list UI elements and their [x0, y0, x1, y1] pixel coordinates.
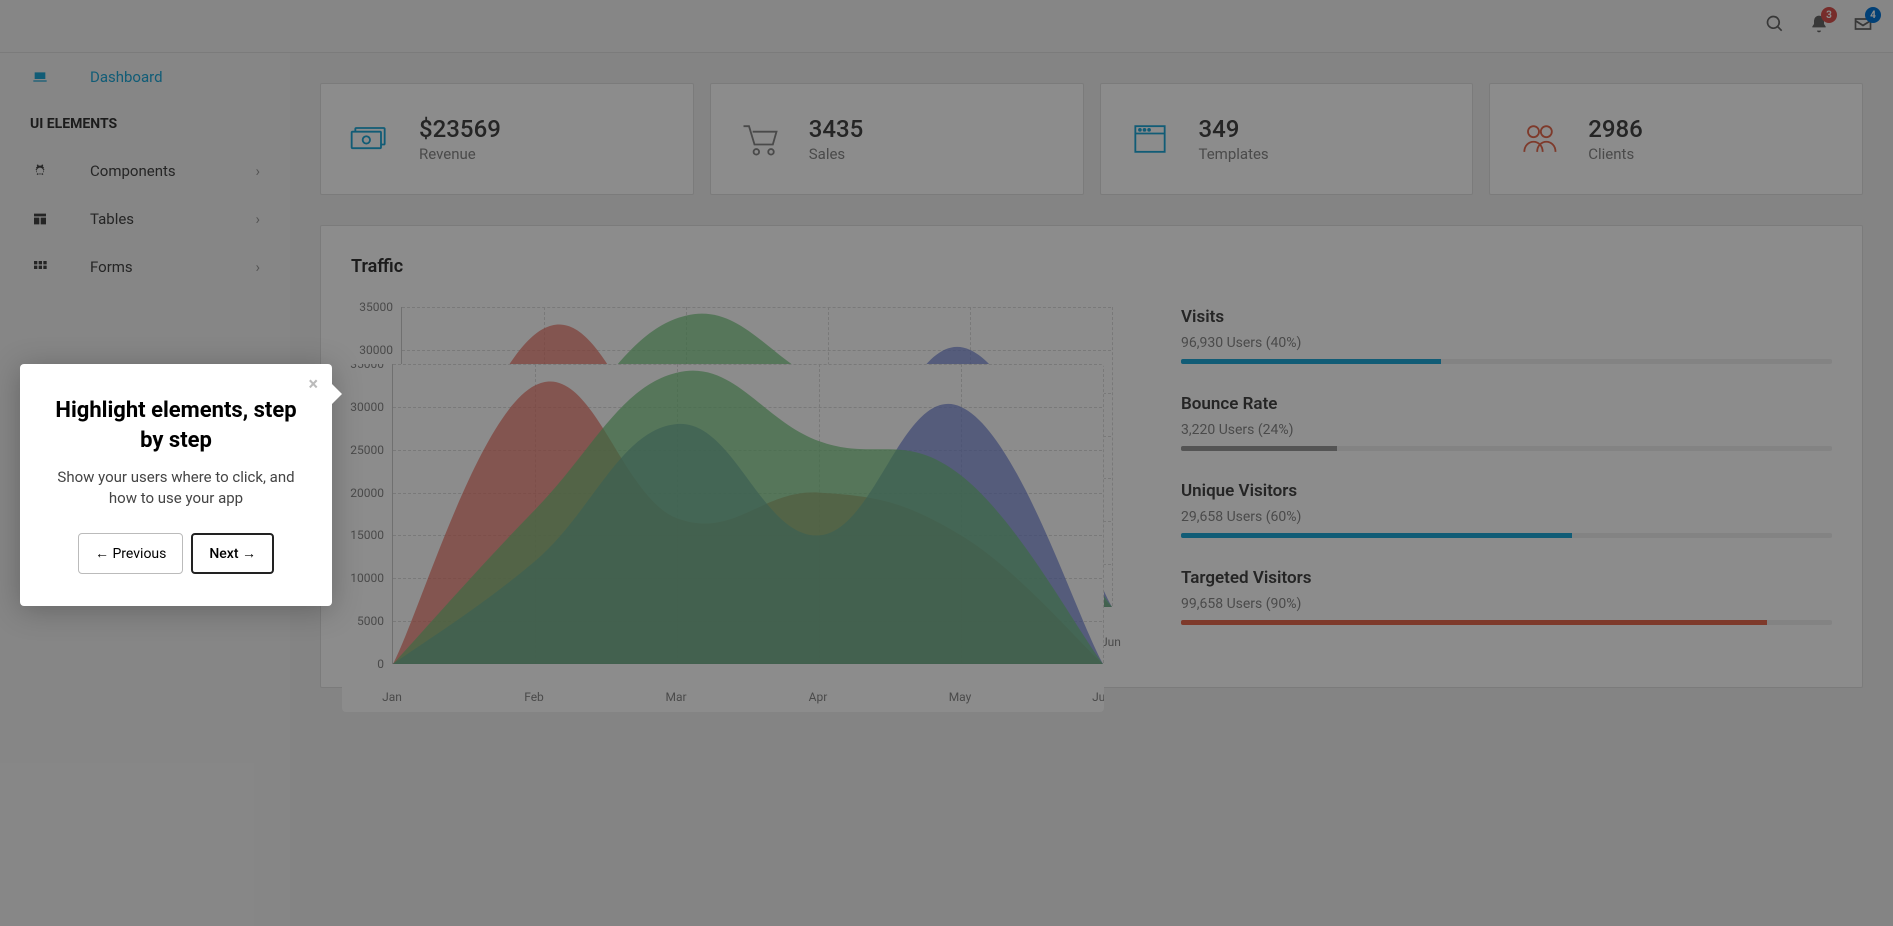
- close-icon[interactable]: ×: [308, 374, 318, 395]
- tour-title: Highlight elements, step by step: [48, 396, 304, 455]
- tour-prev-button[interactable]: ← Previous: [78, 533, 183, 574]
- tour-body: Show your users where to click, and how …: [48, 467, 304, 509]
- tour-next-button[interactable]: Next →: [191, 533, 274, 574]
- tour-tooltip: × Highlight elements, step by step Show …: [20, 364, 332, 606]
